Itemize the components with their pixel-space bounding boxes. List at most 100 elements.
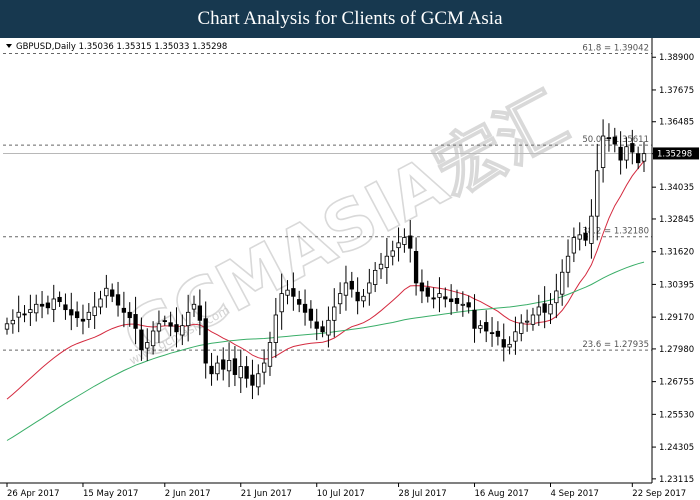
candle-body bbox=[495, 330, 501, 337]
candle-body bbox=[501, 339, 506, 348]
candle-body bbox=[302, 303, 308, 313]
candle-body bbox=[583, 232, 588, 241]
chart-title-banner: Chart Analysis for Clients of GCM Asia bbox=[0, 0, 700, 38]
candle-body bbox=[641, 153, 647, 162]
candle-body bbox=[121, 307, 127, 313]
time-tick-label: 26 Apr 2017 bbox=[7, 489, 60, 499]
candle-body bbox=[197, 305, 203, 321]
candle-body bbox=[460, 303, 465, 306]
candle-body bbox=[115, 294, 121, 306]
candle-body bbox=[612, 136, 617, 145]
candle-body bbox=[215, 362, 220, 375]
candle-body bbox=[145, 342, 150, 349]
candle-body bbox=[630, 143, 635, 153]
time-tick-label: 28 Jul 2017 bbox=[399, 489, 447, 499]
candle-body bbox=[378, 263, 384, 270]
candle-body bbox=[332, 306, 337, 321]
candle-body bbox=[273, 314, 278, 343]
candle-body bbox=[431, 297, 436, 300]
candle-body bbox=[297, 299, 302, 305]
candle-body bbox=[554, 290, 559, 304]
price-tick-label: 1.38900 bbox=[659, 53, 694, 63]
symbol-info: GBPUSD,Daily 1.35036 1.35315 1.35033 1.3… bbox=[16, 42, 227, 52]
candle-body bbox=[384, 255, 390, 268]
candle-body bbox=[238, 366, 243, 379]
candle-body bbox=[34, 303, 39, 314]
candle-body bbox=[484, 322, 489, 332]
candle-body bbox=[209, 365, 214, 375]
candle-body bbox=[402, 237, 407, 245]
candle-body bbox=[162, 320, 167, 322]
fib-level-label: 61.8 = 1.39042 bbox=[582, 43, 649, 53]
time-tick-label: 10 Jul 2017 bbox=[317, 489, 365, 499]
candle-body bbox=[10, 319, 15, 325]
candle-body bbox=[261, 362, 267, 373]
candle-body bbox=[396, 242, 401, 249]
candle-body bbox=[507, 343, 512, 348]
candle-body bbox=[186, 311, 191, 327]
candle-body bbox=[343, 282, 349, 296]
candle-body bbox=[180, 325, 185, 336]
candle-body bbox=[548, 303, 553, 315]
candle-body bbox=[571, 237, 577, 254]
price-tick-label: 1.24305 bbox=[659, 443, 694, 453]
candle-body bbox=[314, 321, 319, 329]
price-tick-label: 1.25530 bbox=[659, 410, 694, 420]
price-chart[interactable]: GCMASIA宏汇 www.gcmasia.com 61.8 = 1.39042… bbox=[0, 38, 700, 500]
candle-body bbox=[489, 332, 495, 335]
candle-body bbox=[69, 309, 74, 316]
candle-body bbox=[63, 304, 68, 311]
candle-body bbox=[156, 323, 162, 332]
candle-body bbox=[373, 269, 378, 285]
price-tick-label: 1.34035 bbox=[659, 183, 694, 193]
candle-body bbox=[542, 303, 547, 313]
candle-body bbox=[618, 146, 623, 161]
price-tick-label: 1.31620 bbox=[659, 248, 694, 258]
candle-body bbox=[624, 146, 629, 161]
price-tick-label: 1.23115 bbox=[659, 475, 694, 485]
candle-body bbox=[98, 298, 103, 308]
candle-body bbox=[454, 298, 460, 304]
candle-body bbox=[174, 324, 179, 333]
price-tick-label: 1.32845 bbox=[659, 215, 694, 225]
candle-body bbox=[80, 318, 86, 322]
candle-body bbox=[22, 313, 27, 316]
price-tick-label: 1.37675 bbox=[659, 86, 694, 96]
candle-body bbox=[560, 271, 565, 295]
price-tick-label: 1.36485 bbox=[659, 118, 694, 128]
fib-level-label: 23.6 = 1.27935 bbox=[582, 340, 649, 350]
last-price-label: 1.35298 bbox=[657, 149, 692, 159]
candle-body bbox=[203, 318, 208, 364]
candle-body bbox=[39, 303, 45, 307]
time-tick-label: 16 Aug 2017 bbox=[475, 489, 529, 499]
candle-body bbox=[244, 366, 249, 379]
candle-body bbox=[408, 235, 413, 249]
candle-body bbox=[74, 311, 80, 319]
candle-body bbox=[361, 295, 366, 302]
candle-body bbox=[443, 296, 448, 300]
candle-body bbox=[472, 309, 477, 329]
candle-body bbox=[168, 322, 173, 327]
candle-body bbox=[577, 234, 582, 240]
candle-body bbox=[478, 325, 483, 329]
candle-body bbox=[250, 374, 255, 386]
candle-body bbox=[291, 288, 296, 297]
candle-body bbox=[226, 359, 232, 372]
candle-body bbox=[466, 302, 471, 308]
candle-body bbox=[221, 359, 226, 370]
candle-body bbox=[150, 330, 156, 347]
candle-body bbox=[337, 293, 343, 305]
candle-body bbox=[425, 287, 430, 297]
candle-body bbox=[279, 293, 284, 313]
candle-body bbox=[349, 280, 354, 290]
time-tick-label: 15 May 2017 bbox=[83, 489, 138, 499]
time-tick-label: 2 Jun 2017 bbox=[165, 489, 211, 499]
chart-title: Chart Analysis for Clients of GCM Asia bbox=[197, 8, 503, 29]
candle-body bbox=[536, 306, 541, 316]
candle-body bbox=[355, 291, 360, 302]
candle-body bbox=[92, 306, 97, 316]
candle-body bbox=[133, 314, 138, 329]
candle-body bbox=[308, 308, 314, 321]
candle-body bbox=[413, 251, 419, 284]
candle-body bbox=[419, 282, 425, 292]
